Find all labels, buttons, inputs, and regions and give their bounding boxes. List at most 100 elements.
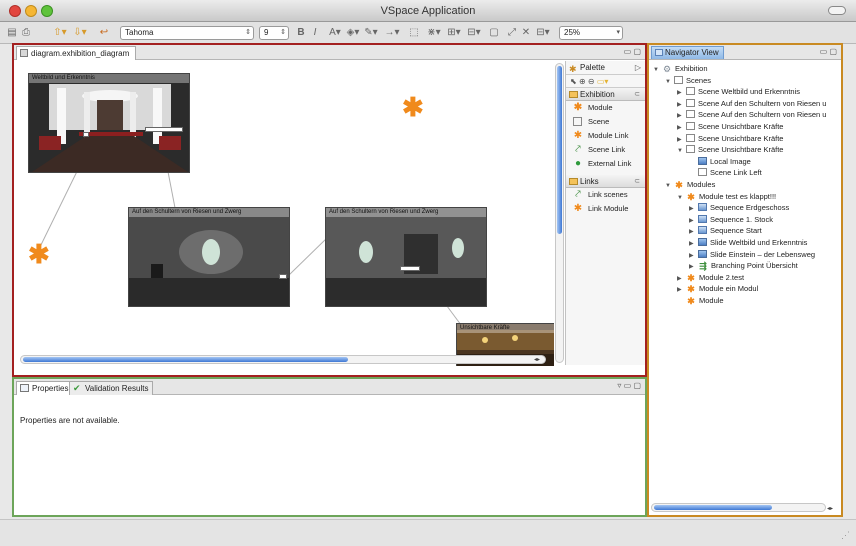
tree-item[interactable]: ▶ Slide Weltbild und Erkenntnis bbox=[689, 237, 807, 248]
tab-navigator-view[interactable]: Navigator View bbox=[651, 46, 724, 59]
palette-item-label: Link Module bbox=[588, 204, 629, 213]
select-tool-icon[interactable]: ⬉ bbox=[570, 77, 577, 86]
scroll-arrows-icon[interactable]: ◂▸ bbox=[827, 505, 833, 512]
minimize-maximize-icon[interactable]: ▭ ▢ bbox=[624, 47, 641, 56]
navigator-tabbar: Navigator View ▭ ▢ bbox=[649, 45, 841, 60]
canvas-horizontal-scrollbar[interactable] bbox=[20, 355, 546, 364]
link-port[interactable] bbox=[400, 266, 420, 271]
navigator-horizontal-scrollbar[interactable] bbox=[651, 503, 826, 512]
minimize-maximize-icon[interactable]: ▭ ▢ bbox=[820, 47, 837, 56]
canvas-vertical-scrollbar[interactable] bbox=[555, 63, 564, 363]
scene-link-line[interactable] bbox=[287, 236, 329, 277]
align-icon[interactable]: ⊞▾ bbox=[446, 26, 462, 40]
bold-button[interactable]: B bbox=[296, 26, 306, 40]
drawer-toggle-icon[interactable]: ⊂ bbox=[634, 88, 640, 101]
palette-item-scene[interactable]: Scene bbox=[566, 115, 645, 129]
link-port[interactable] bbox=[279, 274, 287, 279]
resize-grip-icon[interactable]: ⋰ bbox=[841, 530, 850, 541]
tree-item[interactable]: ▶ Scene Weltbild und Erkenntnis bbox=[677, 86, 800, 97]
module-node-icon[interactable]: ✱ bbox=[28, 241, 50, 267]
tree-item[interactable]: ✱ Module bbox=[677, 295, 723, 306]
zoom-out-icon[interactable]: ⊖ bbox=[588, 77, 595, 86]
distribute-icon[interactable]: ⊟▾ bbox=[466, 26, 482, 40]
palette-item-link-scenes[interactable]: ⤤ Link scenes bbox=[566, 188, 645, 202]
link-port[interactable] bbox=[83, 132, 89, 137]
drawer-links[interactable]: Links ⊂ bbox=[566, 175, 645, 188]
fill-color-icon[interactable]: ◈▾ bbox=[346, 26, 360, 40]
tree-item[interactable]: ▶ Sequence Erdgeschoss bbox=[689, 202, 789, 213]
tab-properties[interactable]: Properties bbox=[16, 381, 74, 395]
line-color-icon[interactable]: ✎▾ bbox=[364, 26, 378, 40]
navigate-down-icon[interactable]: ⇩▾ bbox=[72, 26, 88, 40]
scene-node[interactable]: Auf den Schultern von Riesen und Zwerg bbox=[128, 207, 290, 307]
scrollbar-thumb[interactable] bbox=[23, 357, 348, 362]
tree-item[interactable]: Scene Link Left bbox=[689, 167, 762, 178]
delete-icon[interactable]: ✕ bbox=[520, 26, 532, 40]
navigate-up-icon[interactable]: ⇧▾ bbox=[52, 26, 68, 40]
line-style-icon[interactable]: →▾ bbox=[384, 26, 400, 40]
scrollbar-thumb[interactable] bbox=[654, 505, 772, 510]
tree-item-label: Scene Unsichtbare Kräfte bbox=[698, 145, 784, 155]
diagram-canvas[interactable]: Weltbild und Erkenntnis Auf den Schulter… bbox=[16, 61, 554, 366]
back-icon[interactable]: ↩ bbox=[98, 26, 110, 40]
chevron-updown-icon: ⇕ bbox=[245, 29, 251, 36]
tree-item-label: Scene Auf den Schultern von Riesen u bbox=[698, 110, 827, 120]
palette-item-external-link[interactable]: ● External Link bbox=[566, 157, 645, 171]
copy-appearance-icon[interactable]: ▢ bbox=[488, 26, 500, 40]
italic-button[interactable]: I bbox=[310, 26, 320, 40]
tree-item[interactable]: ▼ Scene Unsichtbare Kräfte bbox=[677, 144, 783, 155]
tree-item[interactable]: ▶ ✱ Module ein Modul bbox=[677, 283, 758, 294]
palette-header: ✱ Palette ▷ bbox=[566, 61, 645, 75]
palette-item-module[interactable]: ✱ Module bbox=[566, 101, 645, 115]
scene-node[interactable]: Auf den Schultern von Riesen und Zwerg bbox=[325, 207, 487, 307]
link-port[interactable] bbox=[145, 127, 183, 132]
zoom-fit-icon[interactable]: ⊟▾ bbox=[534, 26, 552, 40]
tree-item[interactable]: ▶ ✱ Module 2.test bbox=[677, 272, 744, 283]
drawer-exhibition[interactable]: Exhibition ⊂ bbox=[566, 88, 645, 101]
properties-tabbar: Properties ✔ Validation Results ▿ ▭ ▢ bbox=[14, 379, 645, 395]
select-all-icon[interactable]: ⬚ bbox=[408, 26, 420, 40]
expand-open-icon[interactable]: ▼ bbox=[677, 193, 686, 204]
tree-item[interactable]: ▼ ⚙ Exhibition bbox=[653, 63, 708, 74]
tree-item[interactable]: ▶ Sequence 1. Stock bbox=[689, 214, 773, 225]
palette-item-module-link[interactable]: ✱ Module Link bbox=[566, 129, 645, 143]
tree-item[interactable]: ▼ Scenes bbox=[665, 75, 711, 86]
tree-item[interactable]: ▶ Scene Unsichtbare Kräfte bbox=[677, 121, 783, 132]
print-icon[interactable]: ⎙ bbox=[20, 26, 32, 40]
route-icon[interactable]: ⤢ bbox=[506, 26, 518, 40]
tree-item[interactable]: ▶ ⇶ Branching Point Übersicht bbox=[689, 260, 798, 271]
palette-item-link-module[interactable]: ✱ Link Module bbox=[566, 202, 645, 216]
scene-image bbox=[129, 208, 289, 306]
toolbar-toggle-button[interactable] bbox=[828, 6, 846, 15]
palette-collapse-icon[interactable]: ▷ bbox=[635, 61, 641, 75]
zoom-in-icon[interactable]: ⊕ bbox=[579, 77, 586, 86]
arrange-icon[interactable]: ⋇▾ bbox=[426, 26, 442, 40]
scrollbar-thumb[interactable] bbox=[557, 66, 562, 234]
tree-item[interactable]: ▶ Scene Auf den Schultern von Riesen u bbox=[677, 109, 826, 120]
expand-open-icon[interactable]: ▼ bbox=[665, 181, 674, 192]
tab-diagram[interactable]: diagram.exhibition_diagram bbox=[16, 46, 137, 60]
tree-item[interactable]: ▶ Scene Unsichtbare Kräfte bbox=[677, 133, 783, 144]
expand-open-icon[interactable]: ▼ bbox=[665, 77, 674, 88]
save-icon[interactable]: ▤ bbox=[6, 26, 18, 40]
scroll-arrows-icon[interactable]: ◂▸ bbox=[534, 356, 540, 363]
tab-validation-results[interactable]: ✔ Validation Results bbox=[69, 381, 154, 395]
tree-item[interactable]: ▶ Scene Auf den Schultern von Riesen u bbox=[677, 98, 826, 109]
expand-open-icon[interactable]: ▼ bbox=[653, 65, 662, 76]
scene-node[interactable]: Weltbild und Erkenntnis bbox=[28, 73, 190, 173]
view-menu-minimize-maximize-icon[interactable]: ▿ ▭ ▢ bbox=[617, 381, 641, 390]
tree-item[interactable]: ▼ ✱ Module test es klappt!!! bbox=[677, 191, 776, 202]
zoom-select[interactable]: 25% ▾ bbox=[559, 26, 623, 40]
tree-item[interactable]: ▶ Sequence Start bbox=[689, 225, 762, 236]
module-node-icon[interactable]: ✱ bbox=[402, 94, 424, 120]
drawer-toggle-icon[interactable]: ⊂ bbox=[634, 175, 640, 188]
expand-open-icon[interactable]: ▼ bbox=[677, 146, 686, 157]
tree-item[interactable]: ▼ ✱ Modules bbox=[665, 179, 715, 190]
font-color-icon[interactable]: A▾ bbox=[328, 26, 342, 40]
palette-item-scene-link[interactable]: ⤤ Scene Link bbox=[566, 143, 645, 157]
tree-item[interactable]: ▶ Slide Einstein – der Lebensweg bbox=[689, 249, 815, 260]
font-name-select[interactable]: Tahoma ⇕ bbox=[120, 26, 254, 40]
note-tool-icon[interactable]: ▭▾ bbox=[597, 77, 609, 86]
font-size-select[interactable]: 9 ⇕ bbox=[259, 26, 289, 40]
tree-item[interactable]: Local Image bbox=[689, 156, 751, 167]
